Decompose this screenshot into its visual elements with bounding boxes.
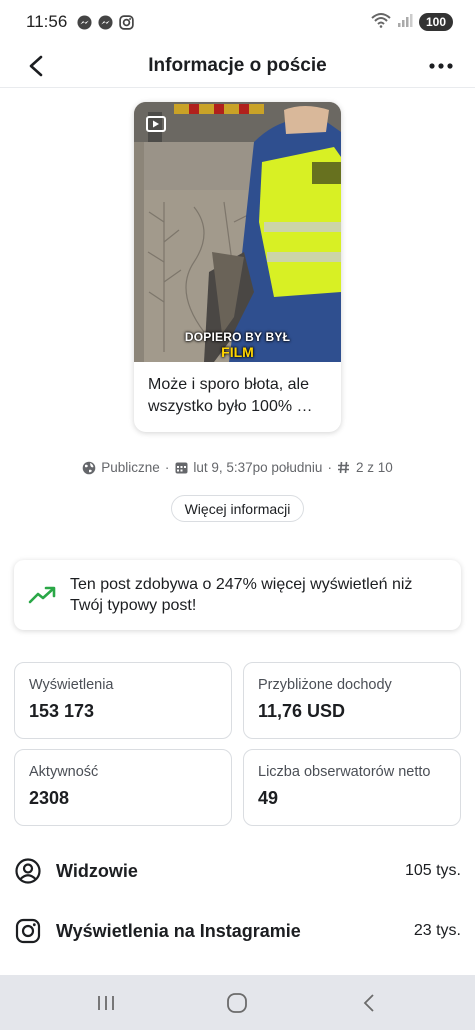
viewers-value: 105 tys.: [404, 862, 461, 879]
video-overlay-text-top: DOPIERO BY BYŁ: [184, 330, 291, 344]
messenger-icon: [98, 14, 113, 30]
stat-label: Liczba obserwatorów netto: [258, 764, 431, 780]
post-position: 2 z 10: [355, 460, 393, 475]
instagram-views-value: 23 tys.: [413, 922, 461, 939]
viewers-row[interactable]: Widzowie 105 tys.: [14, 851, 461, 891]
status-right: 100: [371, 12, 453, 33]
more-dots-icon[interactable]: [423, 50, 459, 82]
post-date: lut 9, 5:37po południu: [193, 460, 323, 475]
visibility-label: Publiczne: [101, 460, 160, 475]
separator: ·: [164, 460, 170, 475]
hashtag-icon: [337, 461, 351, 475]
stat-label: Wyświetlenia: [29, 677, 114, 693]
stat-value: 49: [258, 788, 279, 808]
user-circle-icon: [14, 857, 42, 885]
video-icon: [146, 116, 166, 132]
header: Informacje o poście: [0, 44, 475, 88]
stat-value: 153 173: [29, 701, 95, 721]
page-title: Informacje o poście: [148, 54, 327, 76]
wifi-icon: [371, 12, 391, 33]
video-overlay-text-bottom: FILM: [221, 344, 254, 360]
instagram-icon: [14, 917, 42, 945]
separator: ·: [327, 460, 332, 475]
instagram-views-row[interactable]: Wyświetlenia na Instagramie 23 tys.: [14, 911, 461, 951]
status-time: 11:56: [26, 12, 68, 31]
performance-banner-text: Ten post zdobywa o 247% więcej wyświetle…: [70, 576, 413, 614]
stat-card-engagement[interactable]: Aktywność 2308: [14, 749, 232, 826]
back-icon[interactable]: [349, 983, 389, 1023]
more-info-button[interactable]: Więcej informacji: [171, 495, 304, 522]
stat-label: Przybliżone dochody: [258, 677, 392, 693]
status-bar: 11:56 100: [0, 0, 475, 44]
signal-icon: [397, 12, 413, 33]
home-icon[interactable]: [217, 983, 257, 1023]
stat-card-earnings[interactable]: Przybliżone dochody 11,76 USD: [243, 662, 461, 739]
post-thumbnail[interactable]: DOPIERO BY BYŁ FILM: [134, 102, 341, 362]
post-meta-row: Publiczne · lut 9, 5:37po południu · 2 z…: [0, 460, 475, 475]
system-nav-bar: [0, 975, 475, 1030]
post-preview-card[interactable]: DOPIERO BY BYŁ FILM Może i sporo błota, …: [134, 102, 341, 432]
stat-value: 2308: [29, 788, 70, 808]
performance-banner: Ten post zdobywa o 247% więcej wyświetle…: [14, 560, 461, 630]
recents-icon[interactable]: [86, 983, 126, 1023]
messenger-icon: [77, 14, 92, 30]
back-arrow-icon[interactable]: [20, 50, 52, 82]
status-left: 11:56: [26, 12, 135, 32]
battery-indicator: 100: [418, 13, 453, 31]
calendar-icon: [174, 461, 188, 475]
instagram-views-label: Wyświetlenia na Instagramie: [56, 920, 301, 941]
post-caption: Może i sporo błota, ale wszystko było 10…: [148, 376, 313, 415]
viewers-label: Widzowie: [56, 860, 138, 881]
stat-label: Aktywność: [29, 764, 99, 780]
stat-card-views[interactable]: Wyświetlenia 153 173: [14, 662, 232, 739]
instagram-icon: [119, 14, 135, 30]
globe-icon: [82, 461, 96, 475]
stat-card-net-followers[interactable]: Liczba obserwatorów netto 49: [243, 749, 461, 826]
trending-up-icon: [28, 581, 56, 609]
stat-value: 11,76 USD: [258, 701, 346, 721]
